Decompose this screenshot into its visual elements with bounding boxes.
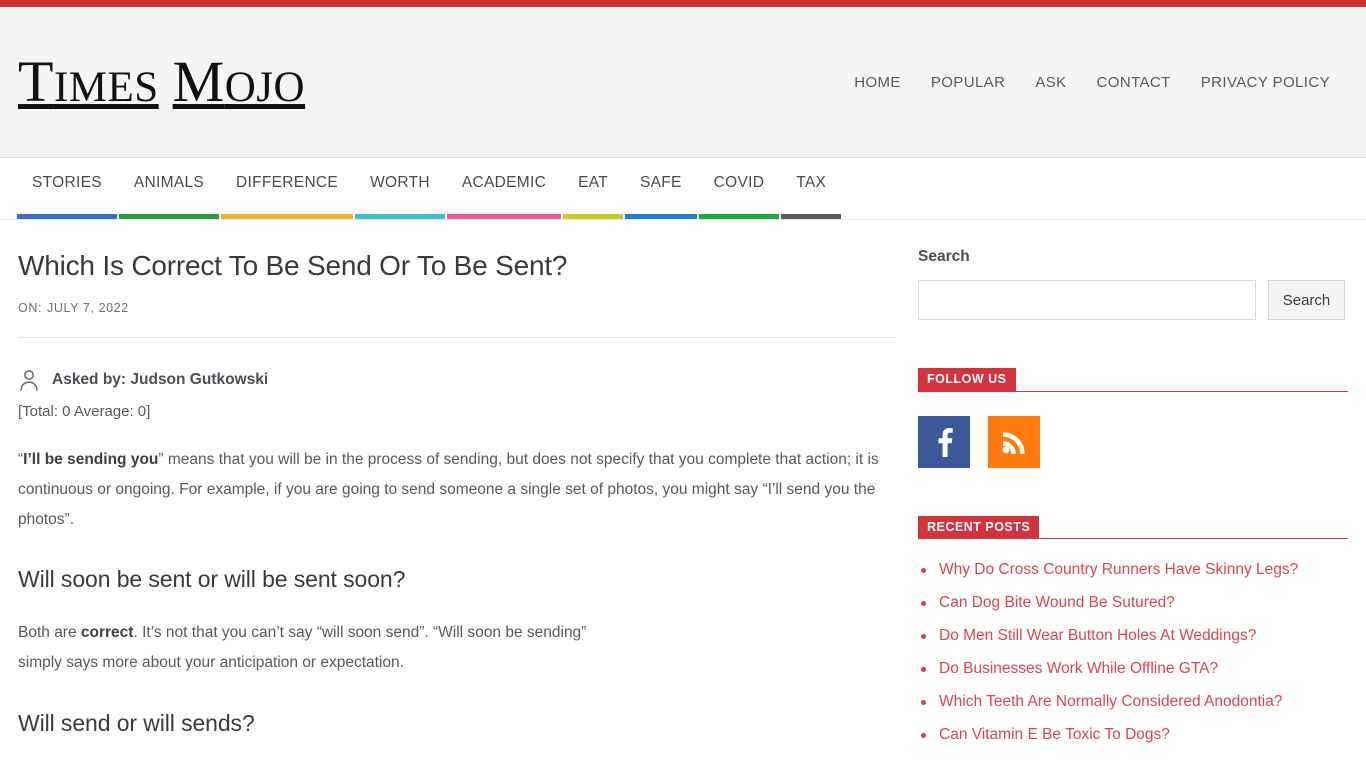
topnav-item-contact[interactable]: CONTACT xyxy=(1097,74,1171,91)
catnav-item-eat[interactable]: EAT xyxy=(562,158,624,219)
search-button[interactable]: Search xyxy=(1268,280,1345,320)
search-widget: Search Search xyxy=(918,248,1348,320)
catnav-item-safe[interactable]: SAFE xyxy=(624,158,698,219)
catnav-label-eat[interactable]: EAT xyxy=(578,174,608,191)
section-2-paragraph: Example: I will send it tomorrow). Use “… xyxy=(18,762,896,768)
topnav-item-ask[interactable]: ASK xyxy=(1035,74,1066,91)
logo-word-imes: IMES xyxy=(53,64,159,111)
recent-post-link-3[interactable]: Do Men Still Wear Button Holes At Weddin… xyxy=(939,627,1256,644)
section-1-pre: Both are xyxy=(18,624,81,642)
catnav-underline-academic xyxy=(446,214,562,219)
catnav-label-covid[interactable]: COVID xyxy=(714,174,765,191)
catnav-label-academic[interactable]: ACADEMIC xyxy=(462,174,546,191)
catnav-item-difference[interactable]: DIFFERENCE xyxy=(220,158,354,219)
catnav-label-animals[interactable]: ANIMALS xyxy=(134,174,204,191)
catnav-label-difference[interactable]: DIFFERENCE xyxy=(236,174,338,191)
recent-post-link-1[interactable]: Why Do Cross Country Runners Have Skinny… xyxy=(939,561,1298,578)
follow-us-widget: FOLLOW US xyxy=(918,368,1348,468)
site-logo[interactable]: TIMES MOJO xyxy=(18,53,305,111)
catnav-item-worth[interactable]: WORTH xyxy=(354,158,446,219)
list-item: Can Dog Bite Wound Be Sutured? xyxy=(918,594,1348,612)
catnav-underline-eat xyxy=(563,214,623,219)
section-1-bold: correct xyxy=(80,624,134,642)
logo-word-ojo: OJO xyxy=(224,64,306,111)
category-navigation: STORIES ANIMALS DIFFERENCE WORTH ACADEMI… xyxy=(0,158,1366,220)
catnav-item-stories[interactable]: STORIES xyxy=(16,158,118,219)
catnav-item-tax[interactable]: TAX xyxy=(780,158,842,219)
catnav-underline-covid xyxy=(698,214,780,219)
rss-icon[interactable] xyxy=(988,415,1040,468)
list-item: Do Men Still Wear Button Holes At Weddin… xyxy=(918,627,1348,645)
catnav-underline-worth xyxy=(355,214,445,219)
recent-posts-rule xyxy=(1039,538,1348,540)
recent-posts-list: Why Do Cross Country Runners Have Skinny… xyxy=(918,561,1348,744)
catnav-label-stories[interactable]: STORIES xyxy=(32,174,102,191)
catnav-item-covid[interactable]: COVID xyxy=(698,158,781,219)
asked-by-row: Asked by: Judson Gutkowski xyxy=(18,368,896,392)
list-item: Why Do Cross Country Runners Have Skinny… xyxy=(918,561,1348,579)
catnav-label-tax[interactable]: TAX xyxy=(796,174,826,191)
recent-post-link-2[interactable]: Can Dog Bite Wound Be Sutured? xyxy=(939,594,1175,611)
recent-post-link-5[interactable]: Which Teeth Are Normally Considered Anod… xyxy=(939,693,1283,710)
site-header: TIMES MOJO HOME POPULAR ASK CONTACT PRIVA… xyxy=(0,7,1366,158)
search-form: Search xyxy=(918,280,1348,320)
social-links xyxy=(918,415,1348,468)
follow-us-header: FOLLOW US xyxy=(918,368,1348,392)
search-input[interactable] xyxy=(918,280,1256,320)
recent-posts-header: RECENT POSTS xyxy=(918,515,1348,540)
intro-paragraph: “I’ll be sending you” means that you wil… xyxy=(18,445,896,534)
recent-post-link-4[interactable]: Do Businesses Work While Offline GTA? xyxy=(939,660,1218,677)
follow-us-rule xyxy=(1015,390,1348,392)
topnav-item-popular[interactable]: POPULAR xyxy=(931,74,1006,91)
asked-by-text: Asked by: Judson Gutkowski xyxy=(52,371,269,388)
topnav-item-home[interactable]: HOME xyxy=(854,74,901,91)
recent-post-link-6[interactable]: Can Vitamin E Be Toxic To Dogs? xyxy=(939,726,1170,743)
primary-navigation: HOME POPULAR ASK CONTACT PRIVACY POLICY xyxy=(854,74,1330,91)
topnav-item-privacy-policy[interactable]: PRIVACY POLICY xyxy=(1201,74,1330,91)
catnav-underline-tax xyxy=(781,214,842,219)
follow-us-title: FOLLOW US xyxy=(918,368,1016,392)
meta-divider xyxy=(18,337,896,338)
post-meta: ON: JULY 7, 2022 xyxy=(18,301,896,315)
intro-bold-phrase: I’ll be sending you xyxy=(23,451,159,468)
catnav-item-academic[interactable]: ACADEMIC xyxy=(446,158,562,219)
catnav-underline-difference xyxy=(221,214,354,219)
page-title: Which Is Correct To Be Send Or To Be Sen… xyxy=(18,250,568,281)
catnav-underline-safe xyxy=(624,214,697,219)
logo-letter-m: M xyxy=(172,49,225,114)
facebook-icon[interactable] xyxy=(918,415,970,468)
post-date-label: ON: xyxy=(18,301,43,315)
sidebar: Search Search FOLLOW US RECENT POSTS Why… xyxy=(918,220,1348,768)
search-label: Search xyxy=(918,248,970,265)
article-column: Which Is Correct To Be Send Or To Be Sen… xyxy=(18,220,896,768)
list-item: Do Businesses Work While Offline GTA? xyxy=(918,660,1348,678)
catnav-label-worth[interactable]: WORTH xyxy=(370,174,430,191)
person-icon xyxy=(18,368,40,392)
list-item: Can Vitamin E Be Toxic To Dogs? xyxy=(918,726,1348,744)
section-heading-1: Will soon be sent or will be sent soon? xyxy=(18,566,406,593)
rating-summary: [Total: 0 Average: 0] xyxy=(18,403,151,420)
section-1-paragraph: Both are correct. It’s not that you can’… xyxy=(18,618,593,678)
catnav-underline-stories xyxy=(17,214,117,219)
catnav-underline-animals xyxy=(118,214,220,219)
post-date: JULY 7, 2022 xyxy=(47,301,129,315)
top-accent-bar xyxy=(0,0,1366,7)
section-heading-2: Will send or will sends? xyxy=(18,709,255,736)
catnav-label-safe[interactable]: SAFE xyxy=(640,174,682,191)
recent-posts-title: RECENT POSTS xyxy=(918,515,1040,540)
list-item: Which Teeth Are Normally Considered Anod… xyxy=(918,693,1348,711)
logo-letter-t: T xyxy=(18,49,54,114)
recent-posts-widget: RECENT POSTS Why Do Cross Country Runner… xyxy=(918,515,1348,745)
page-body: Which Is Correct To Be Send Or To Be Sen… xyxy=(0,220,1366,768)
catnav-item-animals[interactable]: ANIMALS xyxy=(118,158,220,219)
